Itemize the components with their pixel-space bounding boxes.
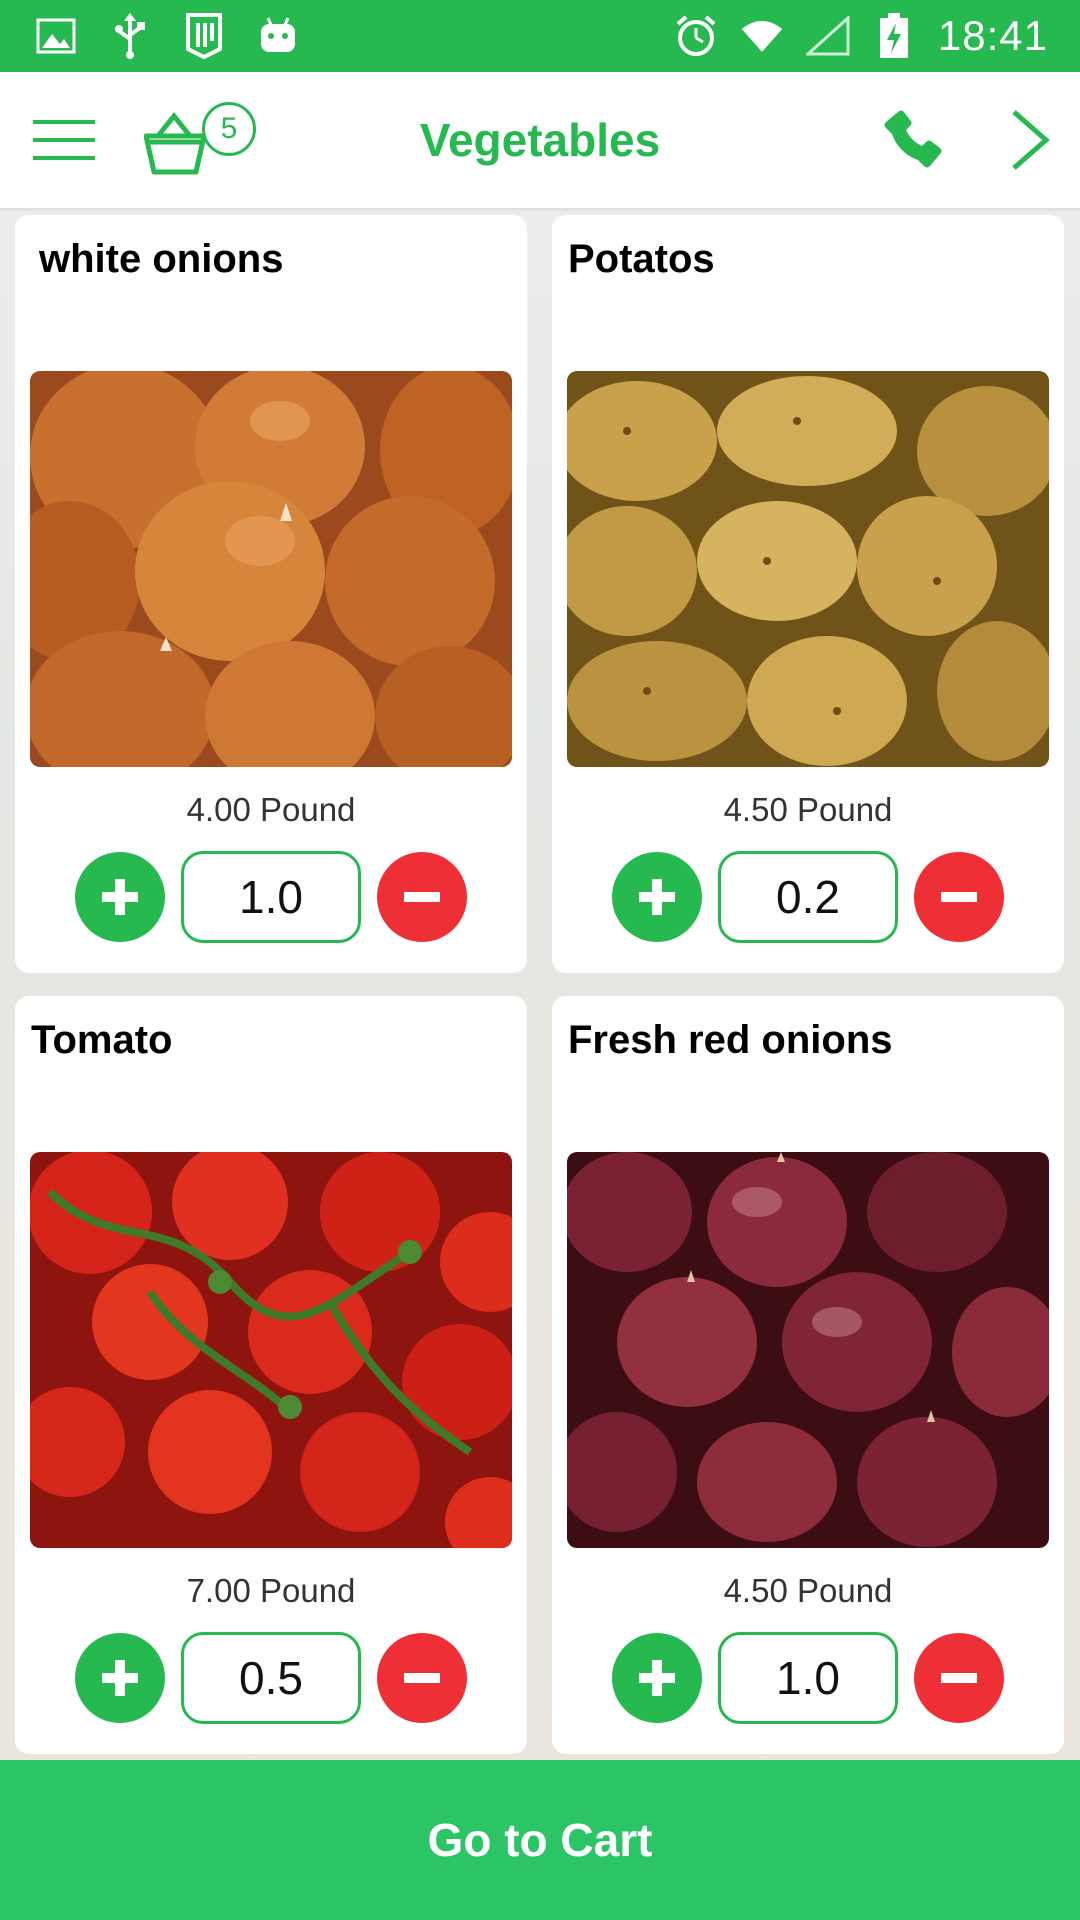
go-to-cart-button[interactable]: Go to Cart <box>0 1760 1080 1920</box>
image-icon <box>34 14 78 58</box>
product-grid: white onions 4.00 Pound 1.0 Potatos 4.50… <box>0 208 1080 1760</box>
android-icon <box>256 14 300 58</box>
product-name: Tomato <box>31 1018 173 1062</box>
product-name: white onions <box>39 237 284 281</box>
usb-icon <box>108 13 152 59</box>
plus-icon <box>639 1660 675 1696</box>
plus-icon <box>102 1660 138 1696</box>
status-time: 18:41 <box>937 12 1048 59</box>
quantity-field[interactable]: 0.2 <box>718 851 898 943</box>
quantity-stepper: 1.0 <box>552 1632 1064 1724</box>
call-button[interactable] <box>876 104 948 176</box>
product-card: Potatos 4.50 Pound 0.2 <box>552 215 1064 973</box>
battery-charging-icon <box>872 13 916 58</box>
product-card: white onions 4.00 Pound 1.0 <box>15 215 527 973</box>
product-name: Fresh red onions <box>568 1018 893 1062</box>
decrease-quantity-button[interactable] <box>377 852 467 942</box>
alarm-icon <box>674 14 718 58</box>
decrease-quantity-button[interactable] <box>914 852 1004 942</box>
minus-icon <box>404 892 440 902</box>
quantity-field[interactable]: 0.5 <box>181 1632 361 1724</box>
cart-count-badge: 5 <box>202 102 256 156</box>
cart-button[interactable]: 5 <box>140 100 270 184</box>
status-bar: 18:41 <box>0 0 1080 72</box>
plus-icon <box>639 879 675 915</box>
onions-photo <box>30 371 512 767</box>
product-card: Tomato 7.00 Pound 0.5 <box>15 996 527 1754</box>
increase-quantity-button[interactable] <box>75 852 165 942</box>
decrease-quantity-button[interactable] <box>914 1633 1004 1723</box>
sim-card-icon <box>182 13 226 59</box>
product-name: Potatos <box>568 237 715 281</box>
wifi-icon <box>740 14 784 58</box>
minus-icon <box>404 1673 440 1683</box>
decrease-quantity-button[interactable] <box>377 1633 467 1723</box>
plus-icon <box>102 879 138 915</box>
hamburger-menu-icon <box>33 120 95 160</box>
phone-icon <box>884 110 942 168</box>
increase-quantity-button[interactable] <box>612 852 702 942</box>
minus-icon <box>941 1673 977 1683</box>
increase-quantity-button[interactable] <box>75 1633 165 1723</box>
menu-button[interactable] <box>28 108 100 172</box>
quantity-field[interactable]: 1.0 <box>718 1632 898 1724</box>
basket-icon <box>144 112 206 175</box>
product-price: 7.00 Pound <box>186 1572 356 1609</box>
potatoes-photo <box>567 371 1049 767</box>
red-onions-photo <box>567 1152 1049 1548</box>
next-button[interactable] <box>1000 102 1060 178</box>
product-price: 4.50 Pound <box>723 791 893 828</box>
quantity-stepper: 1.0 <box>15 851 527 943</box>
product-card: Fresh red onions 4.50 Pound 1.0 <box>552 996 1064 1754</box>
minus-icon <box>941 892 977 902</box>
increase-quantity-button[interactable] <box>612 1633 702 1723</box>
signal-icon <box>805 14 850 58</box>
chevron-right-icon <box>1012 110 1050 170</box>
app-toolbar: 5 Vegetables <box>0 72 1080 208</box>
product-price: 4.50 Pound <box>723 1572 893 1609</box>
quantity-field[interactable]: 1.0 <box>181 851 361 943</box>
product-price: 4.00 Pound <box>186 791 356 828</box>
quantity-stepper: 0.5 <box>15 1632 527 1724</box>
quantity-stepper: 0.2 <box>552 851 1064 943</box>
tomatoes-photo <box>30 1152 512 1548</box>
